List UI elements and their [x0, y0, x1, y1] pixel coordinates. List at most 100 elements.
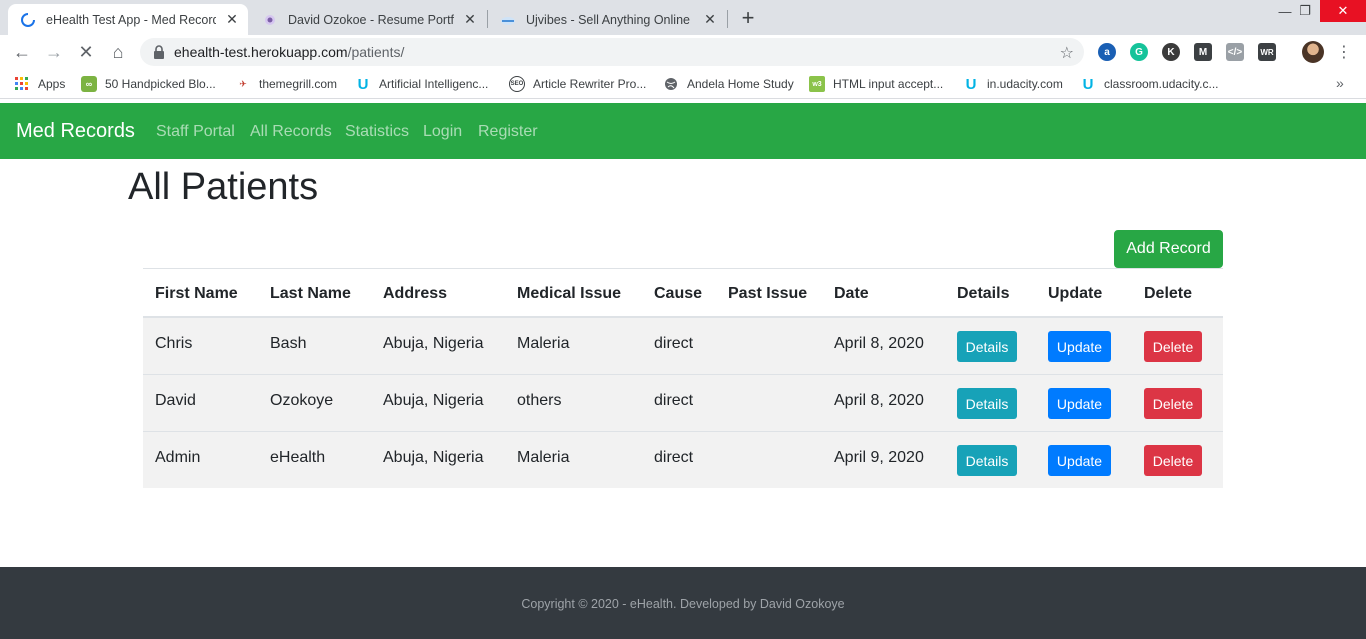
- home-button[interactable]: ⌂: [106, 40, 130, 64]
- cell-cause: direct: [654, 392, 694, 409]
- update-button[interactable]: Update: [1048, 388, 1111, 419]
- nav-statistics[interactable]: Statistics: [345, 123, 409, 141]
- cell-first-name: Admin: [155, 449, 201, 466]
- grammarly-icon[interactable]: G: [1130, 43, 1148, 61]
- update-button[interactable]: Update: [1048, 445, 1111, 476]
- bookmark-themegrill[interactable]: ✈ themegrill.com: [235, 75, 337, 93]
- tab-title: Ujvibes - Sell Anything Online - S: [526, 12, 694, 27]
- bookmarks-overflow-button[interactable]: »: [1336, 75, 1344, 91]
- header-past-issue: Past Issue: [728, 285, 808, 302]
- bookmark-label: in.udacity.com: [987, 77, 1063, 91]
- bookmark-in-udacity[interactable]: U in.udacity.com: [963, 75, 1063, 93]
- url-text: ehealth-test.herokuapp.com/patients/: [174, 44, 404, 60]
- delete-button[interactable]: Delete: [1144, 388, 1202, 419]
- update-button[interactable]: Update: [1048, 331, 1111, 362]
- globe-icon: [663, 76, 679, 92]
- extension-a-icon[interactable]: a: [1098, 43, 1116, 61]
- table-row: David Ozokoye Abuja, Nigeria others dire…: [143, 375, 1223, 432]
- details-button[interactable]: Details: [957, 388, 1017, 419]
- header-details: Details: [957, 285, 1010, 302]
- tab-title: eHealth Test App - Med Records: [46, 12, 216, 27]
- bookmark-label: HTML input accept...: [833, 77, 944, 91]
- cell-last-name: Ozokoye: [270, 392, 334, 409]
- udacity-icon: U: [357, 75, 369, 93]
- address-bar[interactable]: ehealth-test.herokuapp.com/patients/ ☆: [140, 38, 1084, 66]
- udacity-icon: U: [1082, 75, 1094, 93]
- header-first-name: First Name: [155, 285, 238, 302]
- portfolio-favicon-icon: [262, 12, 278, 28]
- browser-tabstrip: eHealth Test App - Med Records ✕ David O…: [0, 0, 1366, 35]
- bookmark-apps[interactable]: Apps: [14, 75, 65, 93]
- bookmark-article-rewriter[interactable]: SEO Article Rewriter Pro...: [509, 75, 646, 93]
- cell-first-name: Chris: [155, 335, 193, 352]
- bookmark-label: classroom.udacity.c...: [1104, 77, 1219, 91]
- html-icon: w3: [809, 76, 825, 92]
- header-last-name: Last Name: [270, 285, 351, 302]
- nav-all-records[interactable]: All Records: [250, 123, 332, 141]
- tab-resume[interactable]: David Ozokoe - Resume Portfolio ✕: [250, 4, 486, 35]
- tab-ujvibes[interactable]: Ujvibes - Sell Anything Online - S ✕: [488, 4, 726, 35]
- cell-first-name: David: [155, 392, 196, 409]
- cell-medical-issue: others: [517, 392, 562, 409]
- header-medical-issue: Medical Issue: [517, 285, 622, 302]
- close-window-button[interactable]: ✕: [1320, 0, 1366, 22]
- cloud-favicon-icon: [500, 12, 516, 28]
- patients-table: First Name Last Name Address Medical Iss…: [143, 268, 1223, 488]
- cell-date: April 9, 2020: [834, 449, 924, 466]
- extension-code-icon[interactable]: </>: [1226, 43, 1244, 61]
- cell-date: April 8, 2020: [834, 392, 924, 409]
- header-address: Address: [383, 285, 448, 302]
- close-tab-icon[interactable]: ✕: [222, 10, 242, 30]
- url-path: /patients/: [347, 44, 405, 60]
- cell-address: Abuja, Nigeria: [383, 392, 484, 409]
- cell-last-name: Bash: [270, 335, 307, 352]
- profile-avatar[interactable]: [1302, 41, 1324, 63]
- bookmark-label: Article Rewriter Pro...: [533, 77, 647, 91]
- url-host: ehealth-test.herokuapp.com: [174, 44, 348, 60]
- navbar-brand[interactable]: Med Records: [16, 120, 135, 143]
- stop-loading-button[interactable]: ✕: [74, 40, 98, 64]
- bookmark-html-input[interactable]: w3 HTML input accept...: [809, 75, 943, 93]
- footer-copyright: Copyright © 2020 - eHealth. Developed by…: [521, 597, 845, 611]
- cell-address: Abuja, Nigeria: [383, 335, 484, 352]
- browser-menu-icon[interactable]: ⋮: [1336, 41, 1352, 63]
- udacity-icon: U: [965, 75, 977, 93]
- new-tab-button[interactable]: +: [736, 7, 760, 31]
- cell-address: Abuja, Nigeria: [383, 449, 484, 466]
- nav-register[interactable]: Register: [478, 123, 538, 141]
- delete-button[interactable]: Delete: [1144, 331, 1202, 362]
- back-button[interactable]: ←: [10, 40, 34, 64]
- details-button[interactable]: Details: [957, 445, 1017, 476]
- page-title: All Patients: [128, 166, 319, 208]
- extension-k-icon[interactable]: K: [1162, 43, 1180, 61]
- bookmark-handpicked[interactable]: ∞ 50 Handpicked Blo...: [81, 75, 216, 93]
- lock-icon: [152, 45, 166, 59]
- header-cause: Cause: [654, 285, 703, 302]
- tab-ehealth[interactable]: eHealth Test App - Med Records ✕: [8, 4, 248, 35]
- header-update: Update: [1048, 285, 1103, 302]
- details-button[interactable]: Details: [957, 331, 1017, 362]
- bookmark-label: Artificial Intelligenc...: [379, 77, 489, 91]
- cell-medical-issue: Maleria: [517, 449, 570, 466]
- bookmark-classroom-udacity[interactable]: U classroom.udacity.c...: [1080, 75, 1219, 93]
- extension-wr-icon[interactable]: WR: [1258, 43, 1276, 61]
- nav-staff-portal[interactable]: Staff Portal: [156, 123, 235, 141]
- add-record-button[interactable]: Add Record: [1114, 230, 1223, 268]
- close-tab-icon[interactable]: ✕: [460, 10, 480, 30]
- bookmark-label: themegrill.com: [259, 77, 338, 91]
- seo-icon: SEO: [509, 76, 525, 92]
- nav-login[interactable]: Login: [423, 123, 462, 141]
- cell-cause: direct: [654, 335, 694, 352]
- delete-button[interactable]: Delete: [1144, 445, 1202, 476]
- table-row: Admin eHealth Abuja, Nigeria Maleria dir…: [143, 432, 1223, 488]
- bookmark-andela[interactable]: Andela Home Study: [663, 75, 794, 93]
- bookmark-ai[interactable]: U Artificial Intelligenc...: [355, 75, 489, 93]
- browser-toolbar: ← → ✕ ⌂ ehealth-test.herokuapp.com/patie…: [0, 35, 1366, 69]
- bookmark-star-icon[interactable]: ☆: [1060, 43, 1074, 63]
- extension-m-icon[interactable]: M: [1194, 43, 1212, 61]
- table-header-row: First Name Last Name Address Medical Iss…: [143, 268, 1223, 318]
- link-icon: ∞: [81, 76, 97, 92]
- close-tab-icon[interactable]: ✕: [700, 10, 720, 30]
- header-delete: Delete: [1144, 285, 1193, 302]
- forward-button[interactable]: →: [42, 40, 66, 64]
